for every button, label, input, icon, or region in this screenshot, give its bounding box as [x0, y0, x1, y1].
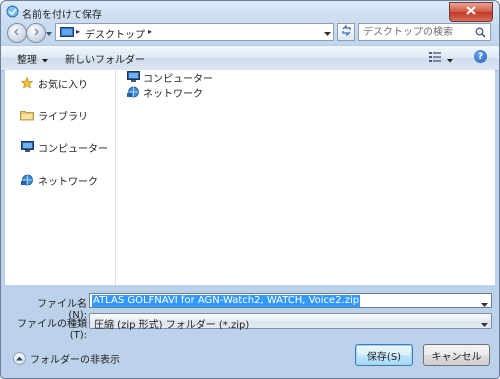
chevron-down-icon[interactable]: [42, 55, 48, 66]
save-dialog-icon: [6, 5, 19, 18]
filetype-dropdown-icon[interactable]: [481, 319, 488, 330]
help-icon[interactable]: ?: [474, 50, 487, 63]
refresh-button[interactable]: [337, 23, 355, 41]
sidebar-item-favorites[interactable]: お気に入り: [20, 76, 88, 91]
address-dropdown-icon[interactable]: [324, 29, 331, 40]
hide-folders-toggle[interactable]: フォルダーの非表示: [13, 351, 120, 366]
list-item-network[interactable]: ネットワーク: [127, 85, 203, 100]
sidebar-item-label: コンピューター: [38, 143, 108, 155]
sidebar-item-network[interactable]: ネットワーク: [20, 173, 98, 188]
breadcrumb-chevron-icon[interactable]: ▸: [148, 27, 152, 36]
filetype-select[interactable]: 圧縮 (zip 形式) フォルダー (*.zip): [89, 313, 492, 331]
views-icon[interactable]: [429, 51, 442, 66]
filename-dropdown-icon[interactable]: [481, 299, 488, 310]
command-bar: 整理 新しいフォルダー ?: [1, 45, 499, 71]
network-icon: [127, 86, 140, 98]
list-item-computer[interactable]: コンピューター: [127, 70, 213, 85]
desktop-icon: [60, 27, 74, 37]
navigation-pane[interactable]: お気に入り ライブラリ コンピューター ネットワーク: [5, 70, 116, 285]
save-as-dialog: 名前を付けて保存 ▸ デスクトップ ▸ デスクトップの検索 整理 新しいフォルダ…: [0, 0, 500, 379]
sidebar-item-computer[interactable]: コンピューター: [20, 140, 108, 155]
network-icon: [20, 174, 34, 186]
breadcrumb-desktop[interactable]: デスクトップ: [85, 26, 145, 41]
breadcrumb-chevron-icon[interactable]: ▸: [76, 27, 80, 36]
save-button[interactable]: 保存(S): [355, 344, 413, 366]
library-icon: [20, 109, 34, 121]
computer-icon: [127, 71, 140, 83]
title-bar[interactable]: 名前を付けて保存: [1, 1, 499, 23]
star-icon: [20, 77, 34, 89]
forward-arrow-icon: [31, 27, 41, 40]
sidebar-item-libraries[interactable]: ライブラリ: [20, 108, 88, 123]
file-list[interactable]: コンピューター ネットワーク: [116, 70, 495, 285]
sidebar-item-label: お気に入り: [38, 79, 88, 91]
sidebar-item-label: ライブラリ: [38, 111, 88, 123]
search-input[interactable]: [363, 25, 471, 39]
back-button[interactable]: [7, 23, 27, 43]
back-arrow-icon: [12, 27, 22, 40]
filename-field[interactable]: ATLAS GOLFNAVI for AGN-Watch2, WATCH, Vo…: [89, 293, 492, 308]
chevron-up-icon: [13, 352, 26, 365]
organize-menu-button[interactable]: 整理: [17, 51, 37, 66]
refresh-icon: [341, 24, 352, 39]
navigation-bar: ▸ デスクトップ ▸: [1, 23, 499, 45]
search-box[interactable]: [358, 23, 491, 41]
list-item-label: ネットワーク: [143, 88, 203, 100]
new-folder-button[interactable]: 新しいフォルダー: [65, 51, 145, 66]
hide-folders-label: フォルダーの非表示: [30, 355, 120, 366]
views-dropdown-icon[interactable]: [447, 55, 453, 66]
close-button[interactable]: [449, 2, 493, 22]
filename-value[interactable]: ATLAS GOLFNAVI for AGN-Watch2, WATCH, Vo…: [92, 295, 361, 307]
filetype-label: ファイルの種類(T):: [17, 319, 87, 341]
dialog-title: 名前を付けて保存: [22, 10, 102, 21]
computer-icon: [20, 141, 34, 153]
content-area: お気に入り ライブラリ コンピューター ネットワーク コンピューター ネットワー…: [5, 70, 495, 285]
search-icon[interactable]: [475, 27, 486, 41]
forward-button[interactable]: [26, 23, 46, 43]
address-bar[interactable]: ▸ デスクトップ ▸: [55, 23, 334, 41]
filetype-value: 圧縮 (zip 形式) フォルダー (*.zip): [94, 320, 250, 331]
cancel-button[interactable]: キャンセル: [423, 344, 490, 366]
recent-locations-arrow-icon[interactable]: [46, 29, 52, 36]
sidebar-item-label: ネットワーク: [38, 176, 98, 188]
close-icon: [466, 6, 476, 18]
list-item-label: コンピューター: [143, 73, 213, 85]
